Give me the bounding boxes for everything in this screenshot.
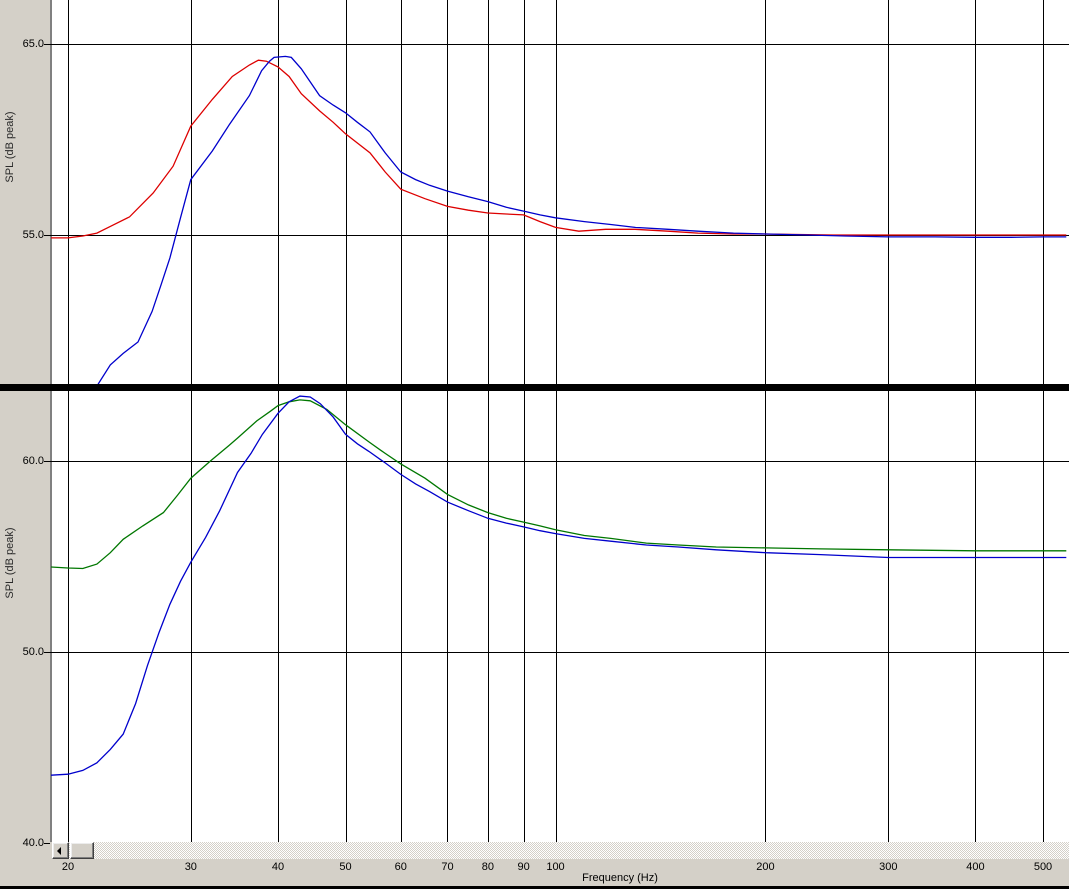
x-tick-label: 70 xyxy=(441,861,454,873)
y-tick-mark xyxy=(44,461,50,462)
y-tick-mark xyxy=(44,235,50,236)
panel-divider xyxy=(0,384,1069,391)
scrollbar-left-button[interactable] xyxy=(52,842,69,859)
x-tick-label: 300 xyxy=(879,861,898,873)
x-tick-label: 60 xyxy=(394,861,407,873)
y-tick-label: 50.0 xyxy=(22,646,44,658)
y-tick-label: 40.0 xyxy=(22,837,44,849)
curve-blue-response-top xyxy=(97,55,1067,384)
x-tick-label: 200 xyxy=(756,861,775,873)
x-tick-label: 500 xyxy=(1033,861,1053,873)
grid-lines xyxy=(50,0,1069,384)
x-tick-label: 400 xyxy=(966,861,985,873)
x-tick-label: 90 xyxy=(517,861,530,873)
x-tick-label: 100 xyxy=(546,861,565,873)
measurement-window: 65.0 55.0 SPL (dB peak) 60.0 50.0 40.0 SPL (dB… xyxy=(0,0,1069,889)
top-chart-canvas xyxy=(50,0,1069,384)
bottom-y-axis-title: SPL (dB peak) xyxy=(4,527,16,599)
horizontal-scrollbar[interactable] xyxy=(52,842,1069,859)
x-tick-label: 50 xyxy=(339,861,352,873)
curve-blue-response-bottom xyxy=(51,395,1067,776)
x-tick-label: 30 xyxy=(184,861,197,873)
bottom-chart-canvas xyxy=(50,391,1069,842)
curve-green-response-bottom xyxy=(51,399,1067,570)
x-tick-label: 20 xyxy=(61,861,75,873)
y-tick-label: 60.0 xyxy=(22,455,44,467)
y-tick-mark xyxy=(44,652,50,653)
x-tick-label: 80 xyxy=(481,861,495,873)
scroll-left-arrow-icon xyxy=(57,847,61,855)
x-axis-title: Frequency (Hz) xyxy=(582,872,658,884)
y-tick-label: 55.0 xyxy=(22,229,44,241)
grid-lines xyxy=(50,391,1069,842)
scrollbar-thumb[interactable] xyxy=(70,842,94,859)
y-tick-mark xyxy=(44,843,50,844)
y-tick-label: 65.0 xyxy=(22,38,44,50)
curve-red-response-top xyxy=(51,59,1067,239)
x-tick-label: 40 xyxy=(271,861,285,873)
y-tick-mark xyxy=(44,44,50,45)
top-y-axis-title: SPL (dB peak) xyxy=(4,111,16,183)
